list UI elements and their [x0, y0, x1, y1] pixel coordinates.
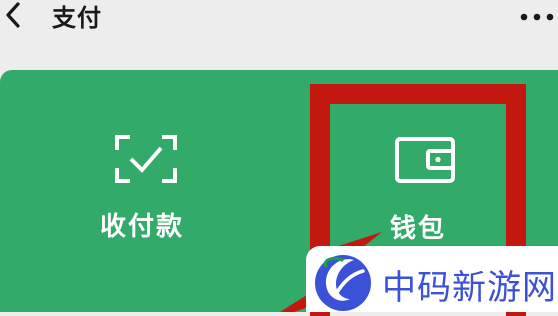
top-navigation-bar: 支付	[0, 0, 558, 50]
receive-pay-tile[interactable]: 收付款	[70, 120, 220, 260]
wallet-tile[interactable]: 钱包	[330, 98, 500, 260]
more-horizontal-icon	[520, 13, 554, 21]
watermark-text: 中码新游网	[382, 268, 557, 308]
scan-check-icon	[115, 135, 177, 183]
receive-pay-label: 收付款	[100, 212, 185, 242]
page-title: 支付	[52, 4, 102, 32]
watermark: 中码新游网	[306, 246, 558, 312]
wallet-icon	[395, 137, 455, 183]
more-button[interactable]	[516, 0, 558, 34]
wallet-label: 钱包	[390, 214, 447, 244]
back-button[interactable]	[0, 0, 34, 34]
chevron-left-icon	[6, 2, 20, 28]
site-logo-icon	[315, 255, 371, 311]
